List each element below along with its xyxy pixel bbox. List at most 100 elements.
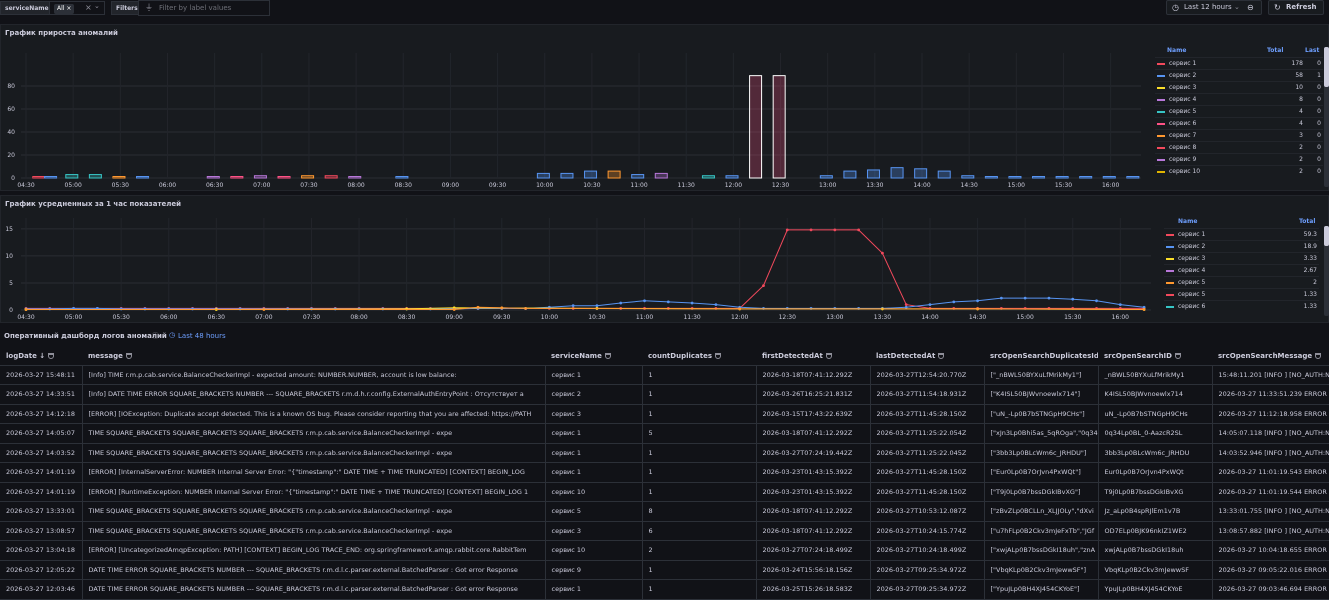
- legend-item[interactable]: сервис 730: [1155, 129, 1323, 141]
- table-row[interactable]: 2026-03-27 13:04:18 [ERROR] [Uncategorize…: [0, 540, 1329, 561]
- bar[interactable]: [890, 167, 904, 179]
- data-point[interactable]: [1023, 296, 1027, 300]
- series-line[interactable]: [26, 297, 1145, 310]
- logs-time-link[interactable]: Last 48 hours: [178, 332, 226, 340]
- info-icon[interactable]: ⓘ: [152, 331, 159, 341]
- legend-header-name[interactable]: Name: [1178, 216, 1197, 228]
- data-point[interactable]: [1142, 308, 1146, 311]
- data-point[interactable]: [1071, 297, 1075, 301]
- table-row[interactable]: 2026-03-27 13:33:01 TIME SQUARE_BRACKETS …: [0, 501, 1329, 522]
- scrollbar-thumb[interactable]: [1324, 226, 1329, 246]
- bar[interactable]: [348, 176, 362, 179]
- bar[interactable]: [395, 176, 409, 179]
- data-point[interactable]: [619, 301, 623, 305]
- legend-item[interactable]: сервис 1 59.3: [1164, 228, 1319, 240]
- bar[interactable]: [584, 170, 598, 179]
- data-point[interactable]: [690, 301, 694, 305]
- data-point[interactable]: [571, 304, 575, 308]
- column-header-srcOpenSearchID[interactable]: srcOpenSearchID: [1098, 348, 1212, 366]
- column-header-message[interactable]: message: [82, 348, 545, 366]
- legend-item[interactable]: сервис 480: [1155, 93, 1323, 105]
- legend-item[interactable]: сервис 1 178 0: [1155, 57, 1323, 69]
- column-filter-icon[interactable]: [1315, 353, 1322, 360]
- table-row[interactable]: 2026-03-27 12:05:22 DATE TIME ERROR SQUAR…: [0, 560, 1329, 580]
- bar[interactable]: [1079, 176, 1093, 179]
- selected-chip[interactable]: All ×: [54, 4, 75, 14]
- legend-item[interactable]: сервис 920: [1155, 153, 1323, 165]
- zoom-out-icon[interactable]: ⊖: [1247, 1, 1254, 14]
- bar[interactable]: [1032, 176, 1046, 179]
- table-row[interactable]: 2026-03-27 14:01:19 [ERROR] [InternalServ…: [0, 462, 1329, 483]
- table-row[interactable]: 2026-03-27 15:48:11 [Info] TIME r.m.p.cab…: [0, 365, 1329, 385]
- data-point[interactable]: [952, 300, 956, 304]
- data-point[interactable]: [904, 303, 908, 306]
- data-point[interactable]: [1095, 299, 1098, 303]
- data-point[interactable]: [714, 303, 718, 306]
- legend-header-total[interactable]: Total: [1267, 45, 1283, 57]
- bar[interactable]: [772, 75, 786, 179]
- data-point[interactable]: [24, 308, 28, 311]
- bar[interactable]: [701, 175, 715, 179]
- table-row[interactable]: 2026-03-27 12:03:46 DATE TIME ERROR SQUAR…: [0, 579, 1329, 600]
- table-row[interactable]: 2026-03-27 14:33:51 [Info] DATE TIME ERRO…: [0, 384, 1329, 405]
- column-header-logDate[interactable]: logDate ↓: [0, 348, 82, 366]
- data-point[interactable]: [476, 305, 480, 309]
- data-point[interactable]: [857, 228, 861, 232]
- data-point[interactable]: [976, 299, 979, 303]
- data-point[interactable]: [595, 304, 599, 308]
- bar[interactable]: [253, 175, 267, 179]
- bar[interactable]: [1008, 176, 1022, 179]
- bar[interactable]: [866, 169, 880, 179]
- data-point[interactable]: [999, 296, 1003, 300]
- legend-item[interactable]: сервис 540: [1155, 105, 1323, 117]
- bar[interactable]: [749, 75, 763, 179]
- legend-item[interactable]: сервис 5 1.33: [1164, 288, 1319, 300]
- bar[interactable]: [301, 175, 315, 179]
- table-row[interactable]: 2026-03-27 14:03:52 TIME SQUARE_BRACKETS …: [0, 443, 1329, 463]
- bar[interactable]: [230, 176, 244, 179]
- table-row[interactable]: 2026-03-27 14:01:19 [ERROR] [RuntimeExcep…: [0, 482, 1329, 502]
- legend-item[interactable]: сервис 4 2.67: [1164, 264, 1319, 276]
- legend-item[interactable]: сервис 640: [1155, 117, 1323, 129]
- bar[interactable]: [631, 174, 645, 179]
- data-point[interactable]: [524, 306, 527, 310]
- bar[interactable]: [1126, 176, 1140, 179]
- column-header-countDuplicates[interactable]: countDuplicates: [642, 348, 756, 366]
- column-filter-icon[interactable]: [1174, 353, 1181, 360]
- data-point[interactable]: [643, 299, 646, 303]
- data-point[interactable]: [976, 307, 979, 311]
- legend-item[interactable]: сервис 2 18.9: [1164, 240, 1319, 252]
- bar[interactable]: [961, 175, 975, 179]
- column-filter-icon[interactable]: [938, 353, 945, 360]
- data-point[interactable]: [762, 284, 765, 288]
- data-point[interactable]: [452, 308, 456, 311]
- bar[interactable]: [277, 176, 291, 179]
- column-header-lastDetectedAt[interactable]: lastDetectedAt: [870, 348, 984, 366]
- column-filter-icon[interactable]: [825, 353, 832, 360]
- legend-header-name[interactable]: Name: [1167, 45, 1186, 57]
- column-filter-icon[interactable]: [604, 353, 611, 360]
- bar[interactable]: [984, 176, 998, 179]
- legend-item[interactable]: сервис 2 58 1: [1155, 69, 1323, 81]
- bar[interactable]: [819, 175, 833, 179]
- data-point[interactable]: [1047, 296, 1051, 300]
- legend-item[interactable]: сервис 10 2 0: [1155, 165, 1323, 177]
- legend-scrollbar[interactable]: [1324, 47, 1329, 187]
- bar[interactable]: [32, 176, 46, 179]
- time-range-picker[interactable]: ◷ Last 12 hours ⌄ ⊖: [1166, 0, 1262, 15]
- column-filter-icon[interactable]: [48, 353, 55, 360]
- data-point[interactable]: [809, 228, 813, 232]
- bar[interactable]: [44, 176, 58, 179]
- bar[interactable]: [536, 172, 550, 179]
- service-select[interactable]: All × × ⌄: [49, 1, 105, 15]
- clear-icon[interactable]: ×: [85, 3, 92, 12]
- refresh-button[interactable]: ↻ Refresh: [1268, 0, 1324, 15]
- bar[interactable]: [654, 172, 668, 179]
- data-point[interactable]: [262, 308, 266, 311]
- table-row[interactable]: 2026-03-27 14:05:07 TIME SQUARE_BRACKETS …: [0, 423, 1329, 444]
- bar[interactable]: [937, 170, 951, 179]
- data-point[interactable]: [785, 228, 789, 232]
- column-filter-icon[interactable]: [715, 353, 722, 360]
- legend-item[interactable]: сервис 3 3.33: [1164, 252, 1319, 264]
- bar[interactable]: [206, 176, 220, 179]
